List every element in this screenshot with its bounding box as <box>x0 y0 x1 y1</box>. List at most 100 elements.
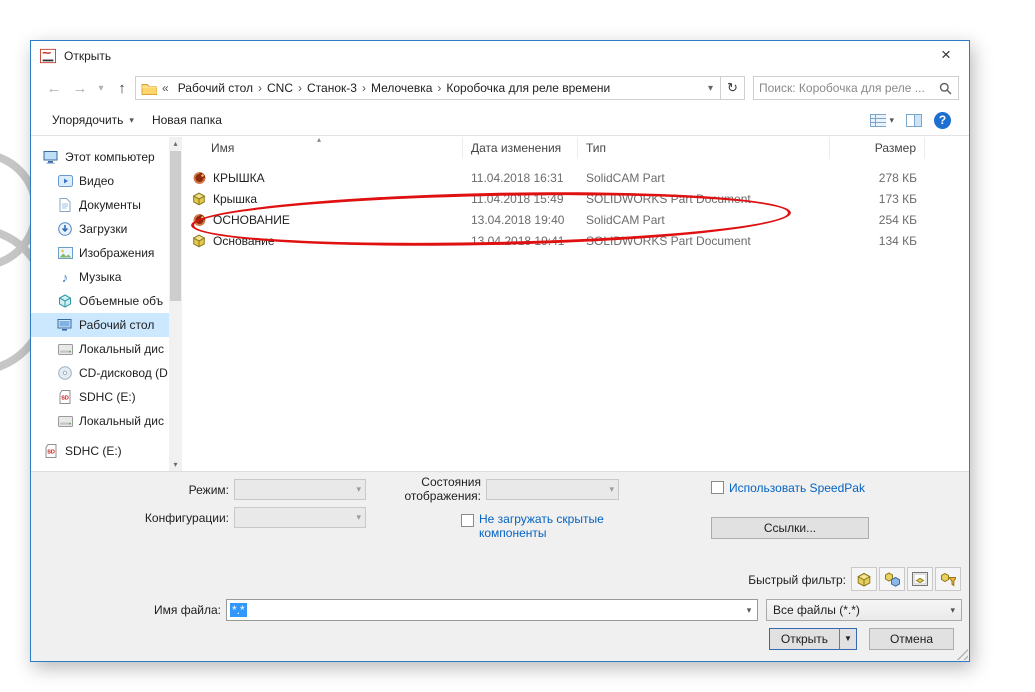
file-size: 134 КБ <box>878 233 917 248</box>
sidebar-item-this-pc[interactable]: Этот компьютер <box>31 145 169 169</box>
filter-assemblies-button[interactable] <box>879 567 905 591</box>
column-header-size[interactable]: Размер <box>830 137 925 159</box>
search-icon[interactable] <box>937 82 953 95</box>
hidden-components-label[interactable]: Не загружать скрытые компоненты <box>479 512 649 540</box>
sidebar-item-label: SDHC (E:) <box>65 444 122 458</box>
sidebar-item-sdhc-e-2[interactable]: SD SDHC (E:) <box>31 439 169 463</box>
column-header-name[interactable]: Имя ▴ <box>185 135 463 159</box>
breadcrumb-segment[interactable]: Станок-3 <box>303 81 361 95</box>
screen-background: Открыть × ← → ▾ ↑ « Рабочий стол › CNC › Ста… <box>0 0 1035 692</box>
sidebar-item-3d-objects[interactable]: Объемные объ <box>31 289 169 313</box>
file-list: Имя ▴ Дата изменения Тип Размер КРЫШКА 11… <box>185 135 961 471</box>
breadcrumb-overflow[interactable]: « <box>160 81 171 95</box>
search-input[interactable] <box>759 81 937 95</box>
scrollbar-thumb[interactable] <box>170 151 181 301</box>
sidebar-item-music[interactable]: ♪ Музыка <box>31 265 169 289</box>
sidebar-item-label: Документы <box>79 198 141 212</box>
sidebar-item-desktop[interactable]: Рабочий стол <box>31 313 169 337</box>
3d-objects-icon <box>57 294 73 308</box>
file-name-input[interactable]: *.* ▾ <box>226 599 758 621</box>
pictures-icon <box>57 247 73 259</box>
file-type: SolidCAM Part <box>586 170 665 185</box>
column-header-row: Имя ▴ Дата изменения Тип Размер <box>185 135 961 159</box>
chevron-down-icon: ▾ <box>129 114 134 125</box>
refresh-button[interactable]: ↻ <box>721 76 745 100</box>
quick-filter-label: Быстрый фильтр: <box>748 573 846 587</box>
preview-pane-button[interactable] <box>906 113 922 127</box>
close-button[interactable]: × <box>923 41 969 71</box>
references-button[interactable]: Ссылки... <box>711 517 869 539</box>
breadcrumb-segment[interactable]: Мелочевка <box>367 81 436 95</box>
file-name: Крышка <box>213 191 258 206</box>
computer-icon <box>43 150 59 164</box>
quick-filter-group <box>851 567 961 591</box>
open-button[interactable]: Открыть <box>769 628 840 650</box>
sidebar-item-label: Видео <box>79 174 115 188</box>
address-bar[interactable]: « Рабочий стол › CNC › Станок-3 › Мелочевка › Ко… <box>135 76 721 100</box>
search-box <box>753 76 959 100</box>
column-header-type[interactable]: Тип <box>578 137 830 159</box>
sidebar-item-pictures[interactable]: Изображения <box>31 241 169 265</box>
display-states-label: Состояния отображения: <box>404 475 481 503</box>
views-button[interactable]: ▾ <box>870 113 894 127</box>
solidcam-app-icon <box>40 48 56 64</box>
file-row[interactable]: ОСНОВАНИЕ 13.04.2018 19:40 SolidCAM Part 25… <box>185 209 961 230</box>
file-type-select[interactable]: Все файлы (*.*) ▾ <box>766 599 962 621</box>
recent-locations-icon[interactable]: ▾ <box>93 76 109 100</box>
sidebar-item-label: Музыка <box>79 270 122 284</box>
sidebar-item-label: Этот компьютер <box>65 150 155 164</box>
breadcrumb: Рабочий стол › CNC › Станок-3 › Мелочевка › Коро… <box>174 81 615 95</box>
solidcam-part-icon <box>191 213 207 227</box>
sidebar-item-video[interactable]: Видео <box>31 169 169 193</box>
sidebar-item-local-disk[interactable]: Локальный дис <box>31 337 169 361</box>
file-type-value: Все файлы (*.*) <box>773 603 860 617</box>
chevron-down-icon[interactable]: ▾ <box>741 605 757 616</box>
command-toolbar: Упорядочить ▾ Новая папка ▾ ? <box>31 105 969 136</box>
forward-button[interactable]: → <box>67 76 93 100</box>
file-row[interactable]: Основание 13.04.2018 19:41 SOLIDWORKS Part… <box>185 230 961 251</box>
organize-button[interactable]: Упорядочить ▾ <box>43 109 143 131</box>
cancel-button[interactable]: Отмена <box>869 628 954 650</box>
up-button[interactable]: ↑ <box>109 76 135 100</box>
file-name: ОСНОВАНИЕ <box>213 212 290 227</box>
speedpak-checkbox[interactable] <box>711 481 724 494</box>
configurations-combobox: ▾ <box>234 507 366 528</box>
back-button[interactable]: ← <box>41 76 67 100</box>
toolbar-right-group: ▾ ? <box>870 111 957 129</box>
sidebar-item-local-disk-2[interactable]: Локальный дис <box>31 409 169 433</box>
sidebar-item-label: Загрузки <box>79 222 128 236</box>
file-name-cell: ОСНОВАНИЕ <box>185 213 463 227</box>
sidebar-item-sdhc-e[interactable]: SD SDHC (E:) <box>31 385 169 409</box>
file-row[interactable]: КРЫШКА 11.04.2018 16:31 SolidCAM Part 278 К… <box>185 167 961 188</box>
file-size: 254 КБ <box>878 212 917 227</box>
breadcrumb-segment[interactable]: CNC <box>263 81 297 95</box>
disk-icon <box>57 415 73 427</box>
sidebar-item-label: SDHC (E:) <box>79 390 136 404</box>
breadcrumb-segment[interactable]: Коробочка для реле времени <box>442 81 614 95</box>
address-dropdown-icon[interactable]: ▾ <box>708 83 715 94</box>
filter-top-level-button[interactable] <box>935 567 961 591</box>
downloads-icon <box>57 222 73 236</box>
navigation-pane: Этот компьютер Видео Документы Загрузки Изоб… <box>31 137 169 471</box>
scroll-up-button[interactable]: ▴ <box>169 137 182 150</box>
speedpak-label[interactable]: Использовать SpeedPak <box>729 481 865 495</box>
new-folder-button[interactable]: Новая папка <box>143 109 231 131</box>
chevron-down-icon: ▾ <box>356 484 361 494</box>
filter-parts-button[interactable] <box>851 567 877 591</box>
file-name-cell: Крышка <box>185 192 463 206</box>
sidebar-item-downloads[interactable]: Загрузки <box>31 217 169 241</box>
sidebar-scrollbar[interactable]: ▴ ▾ <box>169 137 182 471</box>
help-button[interactable]: ? <box>934 111 951 129</box>
file-row[interactable]: Крышка 11.04.2018 15:49 SOLIDWORKS Part Do… <box>185 188 961 209</box>
hidden-components-checkbox[interactable] <box>461 514 474 527</box>
filter-drawings-button[interactable] <box>907 567 933 591</box>
drawing-filter-icon <box>912 572 928 586</box>
scroll-down-button[interactable]: ▾ <box>169 458 182 471</box>
column-header-modified[interactable]: Дата изменения <box>463 137 578 159</box>
sidebar-item-documents[interactable]: Документы <box>31 193 169 217</box>
sidebar-item-label: Рабочий стол <box>79 318 155 332</box>
open-dropdown-button[interactable]: ▼ <box>839 628 857 650</box>
sidebar-item-cd-drive[interactable]: CD-дисковод (D <box>31 361 169 385</box>
sd-icon: SD <box>57 390 73 404</box>
breadcrumb-segment[interactable]: Рабочий стол <box>174 81 257 95</box>
